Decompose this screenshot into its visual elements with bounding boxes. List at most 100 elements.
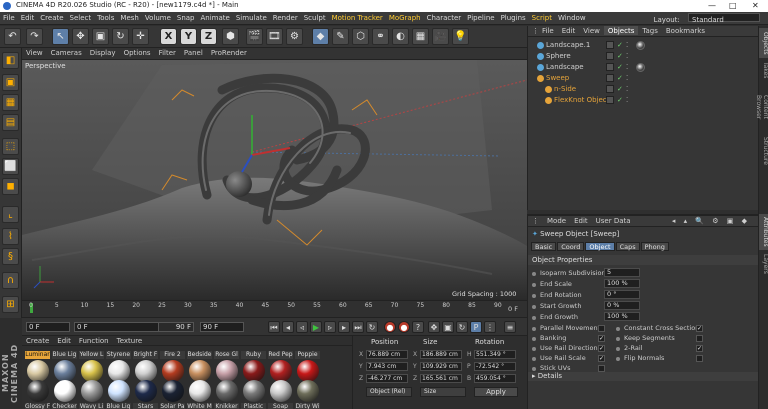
viewport-menu-filter[interactable]: Filter — [155, 48, 180, 57]
material-swatch[interactable]: Stars — [133, 380, 158, 409]
checkbox[interactable]: ✓ — [598, 335, 605, 342]
checkbox[interactable] — [598, 365, 605, 372]
side-tab-attributes[interactable]: Attributes — [759, 214, 768, 250]
scale-key-icon[interactable]: ▣ — [442, 321, 454, 333]
object-row[interactable]: Sweep ✓ ⁚ — [528, 73, 759, 84]
layer-color-swatch[interactable] — [606, 85, 614, 93]
enabled-check-icon[interactable]: ✓ — [617, 40, 623, 51]
timeline-ruler[interactable]: 0 5 10 15 20 25 30 35 40 45 50 55 60 65 70 75 80 85 90 0 F — [22, 300, 527, 317]
objects-menu-file[interactable]: File — [538, 26, 558, 35]
tab-caps[interactable]: Caps — [615, 242, 640, 251]
menu-character[interactable]: Character — [424, 12, 465, 22]
render-settings-icon[interactable]: ⚙ — [286, 28, 303, 45]
menu-pipeline[interactable]: Pipeline — [464, 12, 497, 22]
menu-mesh[interactable]: Mesh — [117, 12, 141, 22]
menu-sculpt[interactable]: Sculpt — [301, 12, 329, 22]
material-swatch[interactable]: Solar Pa — [160, 380, 185, 409]
objects-menu-objects[interactable]: Objects — [603, 26, 639, 35]
tab-object[interactable]: Object — [585, 242, 615, 251]
model-mode-icon[interactable]: ▣ — [2, 74, 19, 91]
position-x-field[interactable]: 76.889 cm — [366, 350, 408, 359]
camera-icon[interactable]: 🎥 — [432, 28, 449, 45]
object-row[interactable]: n-Side ✓ ⁚ — [528, 84, 759, 95]
y-axis-lock-button[interactable]: Y — [180, 28, 197, 45]
material-swatch[interactable]: Rose Gl — [214, 350, 239, 382]
menu-file[interactable]: File — [0, 12, 18, 22]
menu-render[interactable]: Render — [270, 12, 301, 22]
objects-menu-tags[interactable]: Tags — [638, 26, 662, 35]
side-tab-takes[interactable]: Takes — [759, 60, 768, 80]
object-name[interactable]: Landscape.1 — [546, 40, 590, 51]
enabled-check-icon[interactable]: ✓ — [617, 73, 623, 84]
animate-dot-icon[interactable] — [616, 347, 620, 351]
material-menu-edit[interactable]: Edit — [53, 336, 75, 345]
animate-dot-icon[interactable] — [616, 327, 620, 331]
end-frame-field[interactable]: 90 F — [200, 322, 244, 332]
visibility-dots-icon[interactable]: ⁚ — [626, 73, 628, 84]
checkbox[interactable]: ✓ — [696, 325, 703, 332]
size-mode-dropdown[interactable]: Size — [420, 387, 466, 397]
menu-create[interactable]: Create — [37, 12, 66, 22]
object-name[interactable]: Landscape — [546, 62, 584, 73]
deformer-icon[interactable]: ◐ — [392, 28, 409, 45]
magnet-icon[interactable]: ∩ — [2, 272, 19, 289]
size-x-field[interactable]: 186.889 cm — [420, 350, 462, 359]
material-menu-function[interactable]: Function — [75, 336, 113, 345]
checkbox[interactable]: ✓ — [696, 345, 703, 352]
viewport-menu-cameras[interactable]: Cameras — [47, 48, 86, 57]
rotation-h-field[interactable]: 551.349 ° — [474, 350, 516, 359]
material-swatch[interactable]: Yellow L — [79, 350, 104, 382]
workplane-icon[interactable]: ▤ — [2, 114, 19, 131]
rotation-p-field[interactable]: -72.542 ° — [474, 362, 516, 371]
objects-menu-view[interactable]: View — [579, 26, 604, 35]
play-icon[interactable]: ▶ — [310, 321, 322, 333]
minimize-button[interactable]: — — [708, 1, 716, 10]
maximize-button[interactable]: □ — [729, 1, 737, 10]
animate-dot-icon[interactable] — [532, 294, 536, 298]
visibility-dots-icon[interactable]: ⁚ — [626, 84, 628, 95]
menu-motion-tracker[interactable]: Motion Tracker — [329, 12, 386, 22]
animate-dot-icon[interactable] — [532, 337, 536, 341]
subdivision-surface-icon[interactable]: ⬡ — [352, 28, 369, 45]
move-tool-icon[interactable]: ✥ — [72, 28, 89, 45]
material-swatch[interactable]: Wavy Li — [79, 380, 104, 409]
animate-dot-icon[interactable] — [532, 283, 536, 287]
make-editable-icon[interactable]: ◧ — [2, 52, 19, 69]
coordinate-system-icon[interactable]: ⬢ — [222, 28, 239, 45]
material-swatch[interactable]: Poppie — [295, 350, 320, 382]
material-menu-texture[interactable]: Texture — [113, 336, 147, 345]
details-section[interactable]: ▸ Details — [528, 372, 759, 381]
material-swatch[interactable]: Ruby — [241, 350, 266, 382]
menu-animate[interactable]: Animate — [198, 12, 233, 22]
animate-dot-icon[interactable] — [532, 316, 536, 320]
material-swatch[interactable]: Red Pep — [268, 350, 293, 382]
enabled-check-icon[interactable]: ✓ — [617, 62, 623, 73]
viewport-menu-panel[interactable]: Panel — [180, 48, 207, 57]
object-name[interactable]: FlexKnot Object — [554, 95, 609, 106]
animate-dot-icon[interactable] — [532, 347, 536, 351]
object-row[interactable]: FlexKnot Object ✓ ⁚ — [528, 95, 759, 106]
material-swatch[interactable]: Bedside — [187, 350, 212, 382]
property-value-field[interactable]: 0 ° — [604, 290, 640, 299]
next-frame-icon[interactable]: ▹ — [324, 321, 336, 333]
visibility-dots-icon[interactable]: ⁚ — [626, 51, 628, 62]
render-picture-viewer-icon[interactable]: 🎞 — [266, 28, 283, 45]
scale-tool-icon[interactable]: ▣ — [92, 28, 109, 45]
objects-menu-bookmarks[interactable]: Bookmarks — [662, 26, 709, 35]
layer-color-swatch[interactable] — [606, 52, 614, 60]
checkbox[interactable] — [696, 335, 703, 342]
menu-script[interactable]: Script — [529, 12, 555, 22]
material-swatch[interactable]: Plastic — [241, 380, 266, 409]
material-tag-icon[interactable] — [636, 63, 645, 72]
menu-window[interactable]: Window — [555, 12, 589, 22]
material-swatch[interactable]: Bright F — [133, 350, 158, 382]
visibility-dots-icon[interactable]: ⁚ — [626, 40, 628, 51]
size-y-field[interactable]: 109.929 cm — [420, 362, 462, 371]
tab-phong[interactable]: Phong — [640, 242, 669, 251]
current-frame-field[interactable]: 0 F — [26, 322, 70, 332]
animate-dot-icon[interactable] — [532, 272, 536, 276]
z-axis-lock-button[interactable]: Z — [200, 28, 217, 45]
select-arrow-icon[interactable]: ↖ — [52, 28, 69, 45]
side-tab-objects[interactable]: Objects — [759, 28, 768, 58]
cube-icon[interactable]: ◆ — [312, 28, 329, 45]
